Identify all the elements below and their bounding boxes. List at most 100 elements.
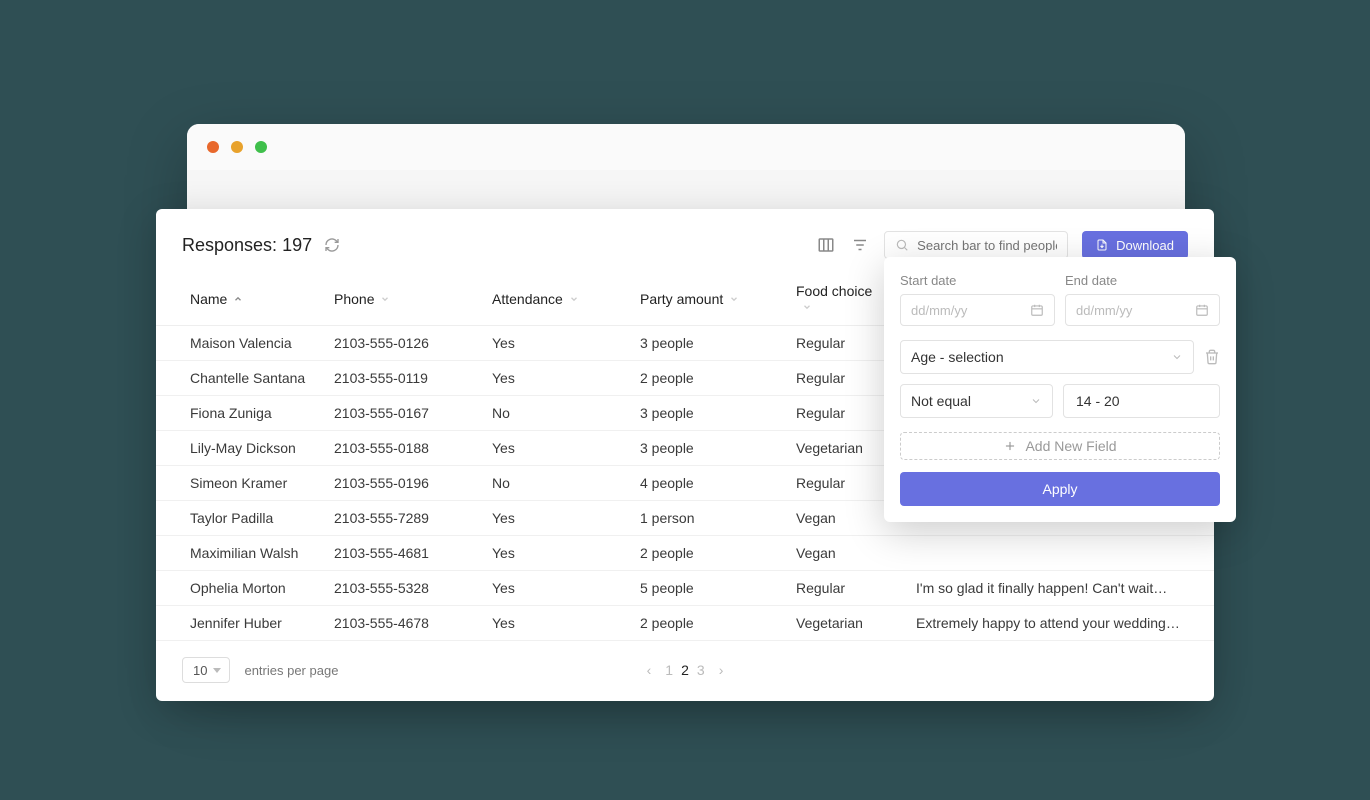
cell-note: Extremely happy to attend your wedding… <box>902 606 1214 641</box>
table-row[interactable]: Jennifer Huber2103-555-4678Yes2 peopleVe… <box>156 606 1214 641</box>
trash-icon <box>1204 349 1220 365</box>
cell-phone: 2103-555-0119 <box>320 361 478 396</box>
cell-party: 1 person <box>626 501 782 536</box>
cell-attendance: Yes <box>478 326 626 361</box>
response-count: 197 <box>282 235 312 255</box>
cell-party: 2 people <box>626 536 782 571</box>
cell-phone: 2103-555-4681 <box>320 536 478 571</box>
calendar-icon <box>1195 303 1209 317</box>
sort-icon <box>569 294 579 304</box>
cell-phone: 2103-555-0188 <box>320 431 478 466</box>
column-label: Party amount <box>640 291 723 307</box>
chevron-down-icon <box>1030 395 1042 407</box>
window-minimize[interactable] <box>231 141 243 153</box>
sort-icon <box>729 294 739 304</box>
sort-icon <box>802 302 812 312</box>
table-footer: 10 entries per page ‹ 123 › <box>156 641 1214 683</box>
cell-name: Taylor Padilla <box>156 501 320 536</box>
refresh-icon[interactable] <box>324 237 340 253</box>
cell-food: Vegetarian <box>782 606 902 641</box>
filter-icon[interactable] <box>850 235 870 255</box>
download-button[interactable]: Download <box>1082 231 1188 259</box>
end-date-placeholder: dd/mm/yy <box>1076 303 1132 318</box>
page-size-value: 10 <box>193 663 207 678</box>
cell-name: Jennifer Huber <box>156 606 320 641</box>
column-header[interactable]: Phone <box>320 273 478 326</box>
plus-icon <box>1003 439 1017 453</box>
filter-value: 14 - 20 <box>1076 393 1120 409</box>
cell-phone: 2103-555-0167 <box>320 396 478 431</box>
page-3[interactable]: 3 <box>697 662 705 678</box>
cell-note: I'm so glad it finally happen! Can't wai… <box>902 571 1214 606</box>
operator-value: Not equal <box>911 393 971 409</box>
cell-note <box>902 536 1214 571</box>
filter-popover: Start date dd/mm/yy End date dd/mm/yy Ag… <box>884 257 1236 522</box>
window-close[interactable] <box>207 141 219 153</box>
cell-attendance: No <box>478 396 626 431</box>
cell-phone: 2103-555-4678 <box>320 606 478 641</box>
sort-icon <box>380 294 390 304</box>
chevron-down-icon <box>1171 351 1183 363</box>
operator-select[interactable]: Not equal <box>900 384 1053 418</box>
search-box[interactable] <box>884 231 1068 259</box>
cell-attendance: Yes <box>478 571 626 606</box>
field-select[interactable]: Age - selection <box>900 340 1194 374</box>
cell-food: Regular <box>782 571 902 606</box>
cell-party: 3 people <box>626 326 782 361</box>
cell-name: Maximilian Walsh <box>156 536 320 571</box>
panel-title: Responses: 197 <box>182 235 340 256</box>
window-controls <box>187 124 1185 170</box>
search-input[interactable] <box>917 238 1057 253</box>
add-field-label: Add New Field <box>1025 438 1116 454</box>
pager-prev[interactable]: ‹ <box>647 662 652 678</box>
entries-label: entries per page <box>244 663 338 678</box>
cell-attendance: Yes <box>478 606 626 641</box>
page-size-select[interactable]: 10 <box>182 657 230 683</box>
start-date-placeholder: dd/mm/yy <box>911 303 967 318</box>
title-prefix: Responses: <box>182 235 277 255</box>
panel-header: Responses: 197 Download <box>156 231 1214 259</box>
table-row[interactable]: Maximilian Walsh2103-555-4681Yes2 people… <box>156 536 1214 571</box>
delete-filter-button[interactable] <box>1204 349 1220 365</box>
cell-food: Vegan <box>782 536 902 571</box>
columns-icon[interactable] <box>816 235 836 255</box>
page-2[interactable]: 2 <box>681 662 689 678</box>
cell-phone: 2103-555-0126 <box>320 326 478 361</box>
add-field-button[interactable]: Add New Field <box>900 432 1220 460</box>
column-header[interactable]: Attendance <box>478 273 626 326</box>
table-row[interactable]: Ophelia Morton2103-555-5328Yes5 peopleRe… <box>156 571 1214 606</box>
cell-name: Chantelle Santana <box>156 361 320 396</box>
cell-name: Fiona Zuniga <box>156 396 320 431</box>
toolbar: Download <box>816 231 1188 259</box>
sort-asc-icon <box>233 294 243 304</box>
pager-next[interactable]: › <box>719 662 724 678</box>
cell-name: Maison Valencia <box>156 326 320 361</box>
cell-attendance: Yes <box>478 536 626 571</box>
cell-party: 4 people <box>626 466 782 501</box>
start-date-input[interactable]: dd/mm/yy <box>900 294 1055 326</box>
cell-attendance: Yes <box>478 501 626 536</box>
cell-name: Simeon Kramer <box>156 466 320 501</box>
start-date-label: Start date <box>900 273 1055 288</box>
column-header[interactable]: Party amount <box>626 273 782 326</box>
cell-attendance: Yes <box>478 361 626 396</box>
cell-name: Ophelia Morton <box>156 571 320 606</box>
cell-phone: 2103-555-5328 <box>320 571 478 606</box>
end-date-label: End date <box>1065 273 1220 288</box>
filter-value-input[interactable]: 14 - 20 <box>1063 384 1220 418</box>
pager: ‹ 123 › <box>647 662 724 678</box>
document-icon <box>1096 239 1108 251</box>
calendar-icon <box>1030 303 1044 317</box>
cell-party: 5 people <box>626 571 782 606</box>
cell-attendance: Yes <box>478 431 626 466</box>
cell-party: 3 people <box>626 431 782 466</box>
page-1[interactable]: 1 <box>665 662 673 678</box>
cell-party: 2 people <box>626 606 782 641</box>
download-label: Download <box>1116 238 1174 253</box>
column-label: Attendance <box>492 291 563 307</box>
cell-attendance: No <box>478 466 626 501</box>
column-header[interactable]: Name <box>156 273 320 326</box>
window-maximize[interactable] <box>255 141 267 153</box>
end-date-input[interactable]: dd/mm/yy <box>1065 294 1220 326</box>
apply-button[interactable]: Apply <box>900 472 1220 506</box>
